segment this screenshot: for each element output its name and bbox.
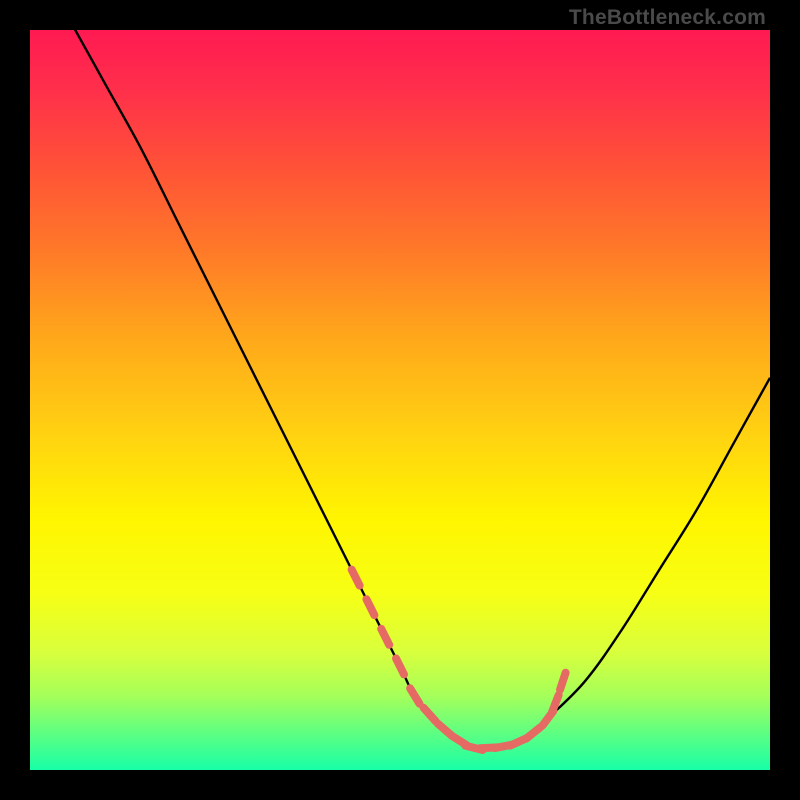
highlight-marker: [352, 570, 360, 586]
highlight-marker: [560, 673, 566, 690]
highlight-marker: [424, 708, 436, 721]
highlight-marker: [381, 629, 389, 645]
watermark-text: TheBottleneck.com: [569, 6, 766, 30]
highlight-markers-group: [352, 570, 566, 750]
highlight-marker: [410, 688, 419, 703]
highlight-marker: [366, 599, 374, 615]
chart-frame: TheBottleneck.com: [0, 0, 800, 800]
plot-area: [30, 30, 770, 770]
highlight-marker: [396, 658, 404, 674]
bottleneck-curve-svg: [30, 30, 770, 770]
bottleneck-curve-path: [67, 15, 770, 748]
curve-group: [67, 15, 770, 748]
highlight-marker: [526, 727, 540, 738]
